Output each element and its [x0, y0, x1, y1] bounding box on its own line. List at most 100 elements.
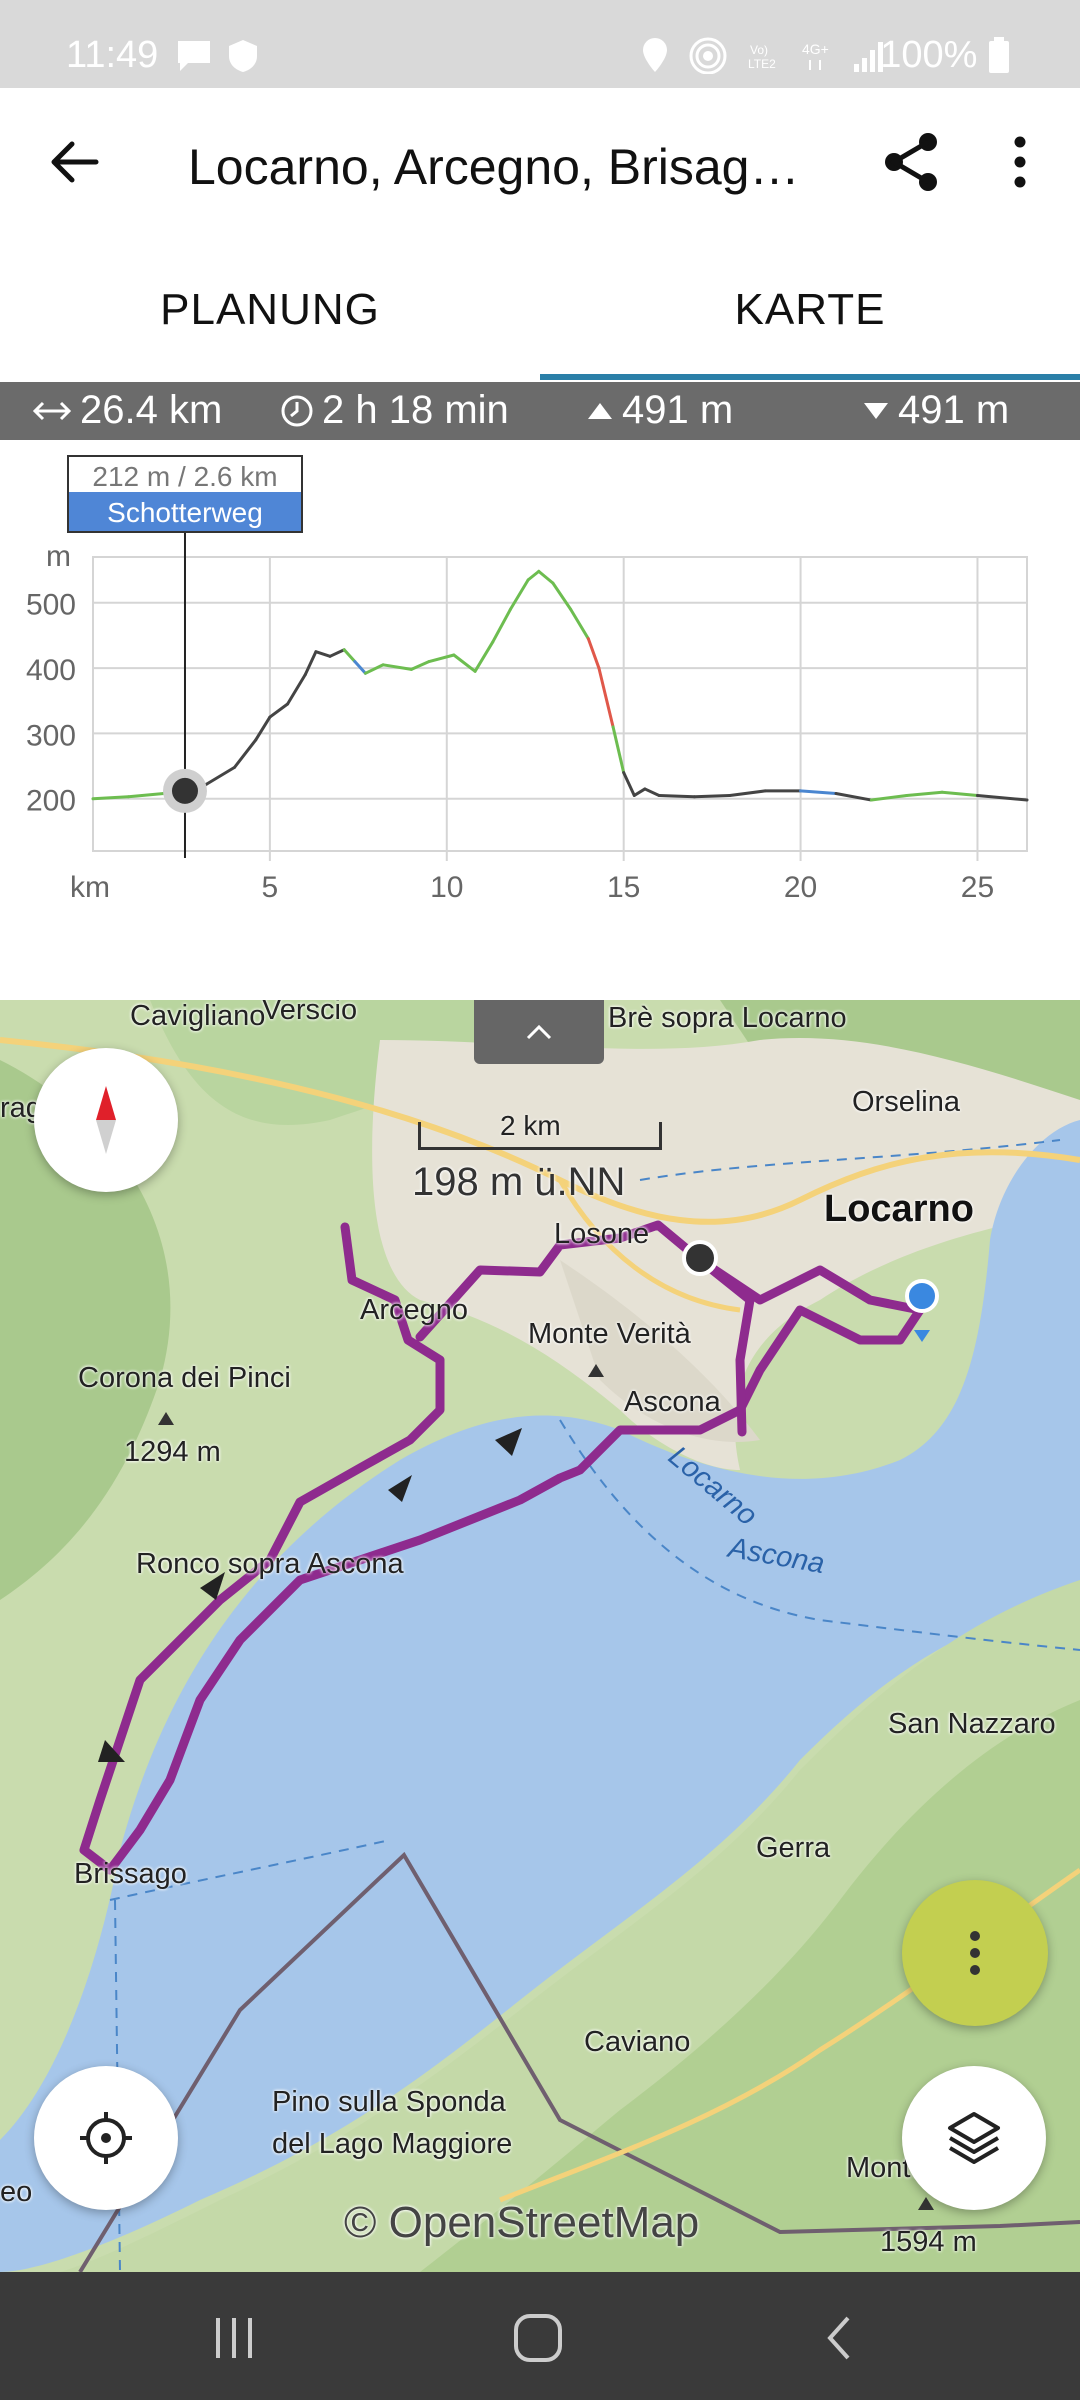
map-label-pino-2: del Lago Maggiore [272, 2128, 513, 2160]
elevation-profile-segment [622, 771, 636, 797]
map-label-edge-left-bottom: eo [0, 2176, 33, 2208]
elevation-chart[interactable]: 200 300 400 500 5 10 15 20 25 m km 212 m / 2.6 km S… [0, 440, 1080, 1000]
elevation-profile-segment [728, 789, 767, 797]
elevation-profile-segment [204, 765, 237, 786]
compass-icon [96, 1086, 116, 1154]
elevation-profile-segment [254, 715, 272, 742]
stat-ascent: 491 m [586, 388, 733, 433]
more-vert-icon [970, 1931, 980, 1975]
status-system-icons: Vo) LTE2 4G+ [640, 36, 886, 74]
elevation-profile-segment [233, 738, 258, 769]
map-pull-up-handle[interactable] [474, 1000, 604, 1064]
elevation-profile-segment [427, 653, 456, 664]
chart-y-tick-label: 500 [26, 589, 76, 622]
distance-icon [32, 401, 72, 420]
elevation-profile-segment [342, 648, 357, 664]
elevation-profile-segment [286, 673, 307, 706]
map-elevation-readout: 198 m ü.NN [412, 1160, 626, 1204]
chart-x-tick-label: 5 [262, 871, 279, 904]
status-bar: 11:49 Vo) LTE2 4G+ 100% [0, 0, 1080, 88]
elevation-tooltip-value: 212 m / 2.6 km [92, 461, 277, 492]
app-bar: Locarno, Arcegno, Brisag… [0, 88, 1080, 238]
map-label-ronco: Ronco sopra Ascona [136, 1548, 404, 1580]
map-label-gerra: Gerra [756, 1832, 831, 1864]
clock-icon [281, 395, 313, 426]
map-label-locarno: Locarno [824, 1188, 974, 1230]
elevation-profile-segment [597, 666, 615, 729]
network-4g-icon: 4G+ [802, 41, 829, 70]
chart-x-axis-label: km [70, 871, 110, 904]
tab-active-indicator [540, 374, 1080, 380]
tab-karte[interactable]: KARTE [540, 238, 1080, 382]
chart-y-tick-label: 300 [26, 719, 76, 752]
gps-locate-icon [80, 2112, 132, 2164]
elevation-profile-segment [314, 650, 332, 658]
tab-planung[interactable]: PLANUNG [0, 238, 540, 382]
stat-ascent-value: 491 m [622, 388, 734, 432]
map-view[interactable]: 2 km 198 m ü.NN Cavigliano Verscio Brè s… [0, 1000, 1080, 2272]
page-title: Locarno, Arcegno, Brisag… [188, 139, 800, 195]
chart-x-tick-label: 20 [784, 871, 817, 904]
locate-me-button[interactable] [34, 2066, 178, 2210]
elevation-profile-segment [551, 581, 573, 611]
arrow-left-icon[interactable] [44, 132, 104, 192]
elevation-profile-segment [692, 793, 732, 799]
elevation-profile-segment [508, 578, 530, 611]
map-label-cavigliano: Cavigliano [130, 1000, 266, 1032]
elevation-cursor-dot [171, 777, 198, 804]
map-label-pino-1: Pino sulla Sponda [272, 2086, 506, 2118]
stat-distance-value: 26.4 km [80, 388, 223, 432]
ascent-icon [588, 402, 612, 419]
elevation-profile-segment [940, 790, 979, 797]
hotspot-icon [689, 37, 727, 74]
chart-plot-frame [92, 556, 1028, 852]
elevation-profile-segment [126, 792, 166, 799]
shield-icon [229, 40, 257, 72]
map-label-corona-height: 1294 m [124, 1436, 221, 1468]
elevation-profile-segment [491, 607, 512, 644]
chart-x-tick-label: 25 [961, 871, 994, 904]
map-label-caviano: Caviano [584, 2026, 691, 2058]
battery-percent: 100% [880, 34, 978, 76]
svg-text:LTE2: LTE2 [748, 57, 776, 71]
elevation-profile-segment [643, 787, 661, 797]
status-notification-icons [175, 38, 261, 74]
route-stats-bar: 26.4 km 2 h 18 min 491 m 491 m [0, 382, 1080, 440]
map-label-brissago: Brissago [74, 1858, 187, 1890]
tab-bar: PLANUNG KARTE [0, 238, 1080, 382]
map-label-corona-dei-pinci: Corona dei Pinci [78, 1362, 291, 1394]
stat-duration-value: 2 h 18 min [322, 388, 509, 432]
back-nav-icon[interactable] [820, 2314, 860, 2362]
map-attribution[interactable]: © OpenStreetMap [344, 2198, 699, 2248]
recent-apps-icon[interactable] [210, 2314, 260, 2362]
descent-icon [864, 402, 888, 419]
elevation-profile-segment [91, 795, 130, 801]
map-label-bre: Brè sopra Locarno [608, 1002, 847, 1034]
chart-y-axis-label: m [46, 540, 71, 573]
map-label-losone: Losone [554, 1218, 650, 1250]
chart-x-tick-label: 15 [607, 871, 640, 904]
map-label-arcegno: Arcegno [360, 1294, 469, 1326]
map-label-orselina: Orselina [852, 1086, 960, 1118]
battery-icon [989, 37, 1009, 73]
stat-distance: 26.4 km [32, 388, 222, 433]
status-time: 11:49 [66, 34, 159, 76]
more-vert-icon[interactable] [1000, 130, 1040, 194]
stat-duration: 2 h 18 min [280, 388, 509, 433]
elevation-chart-svg: 200 300 400 500 5 10 15 20 25 m km 212 m / 2.6 km S… [26, 455, 1029, 904]
map-layers-button[interactable] [902, 2066, 1046, 2210]
compass-button[interactable] [34, 1048, 178, 1192]
home-icon[interactable] [512, 2312, 566, 2366]
share-icon[interactable] [880, 130, 944, 194]
elevation-profile-segment [657, 793, 696, 799]
elevation-tooltip-surface: Schotterweg [107, 497, 263, 528]
battery-level: 100% [880, 34, 1010, 77]
volte-icon: Vo)LTE2 [748, 43, 776, 71]
elevation-profile-segment [473, 640, 495, 673]
system-nav-bar [0, 2272, 1080, 2400]
map-label-san-nazzaro: San Nazzaro [888, 1708, 1056, 1740]
chart-x-tick-label: 10 [430, 871, 463, 904]
elevation-profile-segment [569, 607, 590, 641]
chart-y-tick-label: 200 [26, 785, 76, 818]
more-actions-fab[interactable] [902, 1880, 1048, 2026]
